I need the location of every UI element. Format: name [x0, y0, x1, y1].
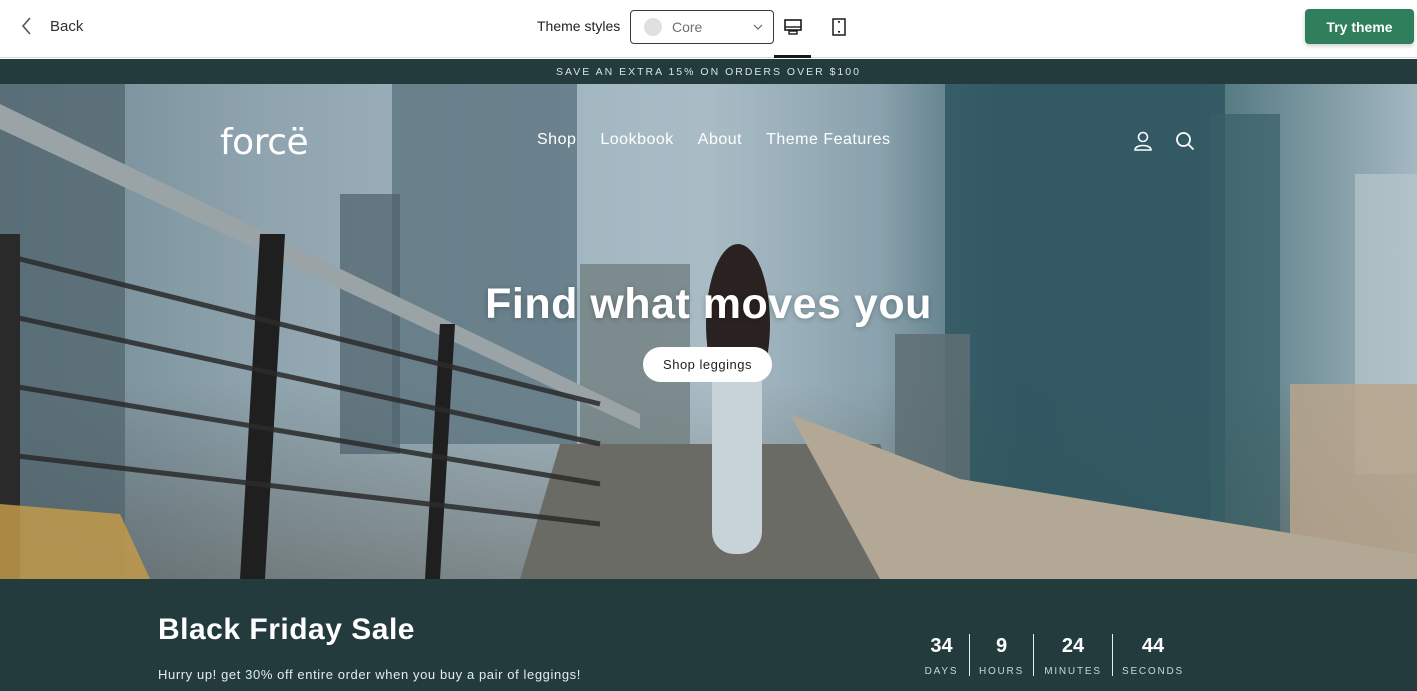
back-label: Back — [50, 17, 84, 35]
nav-item-about[interactable]: About — [698, 131, 742, 149]
hero-title: Find what moves you — [485, 280, 932, 328]
nav-item-theme-features[interactable]: Theme Features — [766, 131, 890, 149]
countdown-label: SECONDS — [1121, 666, 1185, 677]
preview-topbar: Back Theme styles Core Try theme — [0, 0, 1417, 58]
nav-item-shop[interactable]: Shop — [537, 131, 576, 149]
countdown-value: 24 — [1061, 635, 1085, 657]
countdown-timer: 34 DAYS 9 HOURS 24 MINUTES 44 SECONDS — [914, 634, 1193, 677]
theme-styles-label: Theme styles — [537, 18, 621, 34]
nav-item-lookbook[interactable]: Lookbook — [600, 131, 673, 149]
chevron-left-icon — [21, 17, 31, 35]
chevron-down-icon — [753, 24, 763, 30]
countdown-value: 9 — [995, 635, 1008, 657]
sale-subtitle: Hurry up! get 30% off entire order when … — [158, 667, 581, 682]
search-icon[interactable] — [1174, 130, 1196, 152]
countdown-value: 34 — [930, 635, 953, 657]
countdown-value: 44 — [1141, 635, 1165, 657]
announcement-text: SAVE AN EXTRA 15% ON ORDERS OVER $100 — [556, 65, 861, 78]
announcement-bar: SAVE AN EXTRA 15% ON ORDERS OVER $100 — [0, 59, 1417, 84]
desktop-icon — [784, 19, 802, 35]
countdown-minutes: 24 MINUTES — [1034, 634, 1113, 677]
sale-section: Black Friday Sale Hurry up! get 30% off … — [0, 579, 1417, 691]
desktop-preview-button[interactable] — [775, 12, 811, 42]
countdown-hours: 9 HOURS — [970, 634, 1034, 677]
theme-style-select[interactable]: Core — [630, 10, 774, 44]
theme-select-value: Core — [672, 19, 703, 35]
try-theme-button[interactable]: Try theme — [1305, 9, 1414, 44]
countdown-label: HOURS — [978, 666, 1025, 677]
countdown-days: 34 DAYS — [914, 634, 970, 677]
mobile-preview-button[interactable] — [821, 12, 857, 42]
back-button[interactable]: Back — [20, 14, 83, 38]
store-logo[interactable]: forcë — [220, 122, 309, 163]
active-device-indicator — [774, 55, 811, 58]
hero-background-image — [0, 84, 1417, 579]
main-nav: Shop Lookbook About Theme Features — [537, 131, 890, 149]
countdown-label: DAYS — [924, 666, 959, 677]
shop-leggings-button[interactable]: Shop leggings — [643, 347, 772, 382]
countdown-label: MINUTES — [1044, 666, 1102, 677]
theme-swatch — [644, 18, 662, 36]
countdown-seconds: 44 SECONDS — [1113, 634, 1193, 677]
hero-section: forcë Shop Lookbook About Theme Features… — [0, 84, 1417, 579]
sale-title: Black Friday Sale — [158, 613, 415, 646]
mobile-icon — [832, 18, 846, 36]
account-icon[interactable] — [1132, 130, 1154, 152]
